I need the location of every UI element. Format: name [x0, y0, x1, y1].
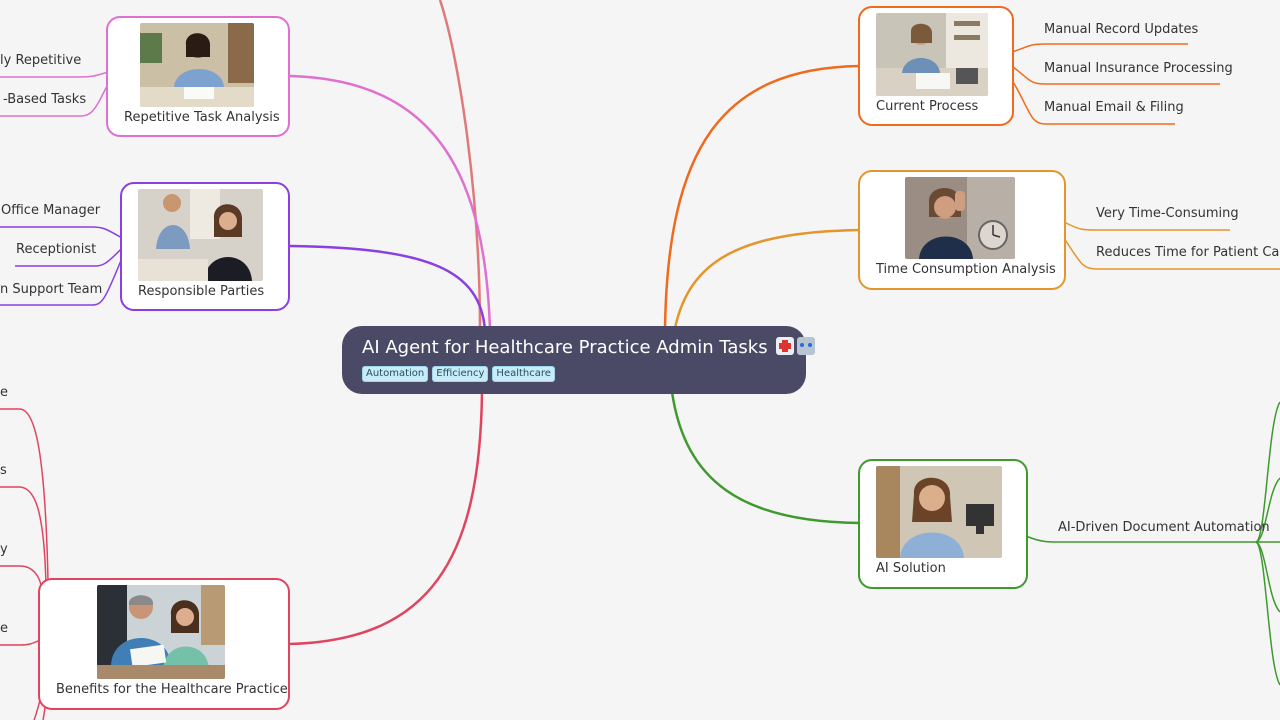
topic-current-process[interactable]: Current Process [858, 6, 1014, 126]
leaf-reduces-time-patient-care[interactable]: Reduces Time for Patient Care [1096, 245, 1280, 260]
root-title-text: AI Agent for Healthcare Practice Admin T… [362, 337, 768, 358]
smiling-woman-office-photo [876, 466, 1002, 558]
leaf-rule-based-tasks[interactable]: -Based Tasks [3, 92, 86, 107]
topic-ai-solution[interactable]: AI Solution [858, 459, 1028, 589]
leaf-benefit-1[interactable]: e [0, 385, 8, 400]
topic-time-consumption[interactable]: Time Consumption Analysis [858, 170, 1066, 290]
leaf-manual-email-filing[interactable]: Manual Email & Filing [1044, 100, 1184, 115]
root-tags: Automation Efficiency Healthcare [362, 366, 786, 382]
stressed-woman-with-clock-photo [905, 177, 1015, 259]
leaf-very-time-consuming[interactable]: Very Time-Consuming [1096, 206, 1239, 221]
robot-icon [797, 337, 816, 355]
leaf-highly-repetitive[interactable]: ly Repetitive [0, 53, 81, 68]
woman-writing-at-desk-photo [140, 23, 254, 107]
mind-map-canvas: AI Agent for Healthcare Practice Admin T… [0, 0, 1280, 720]
root-title: AI Agent for Healthcare Practice Admin T… [362, 336, 816, 360]
leaf-manual-insurance-processing[interactable]: Manual Insurance Processing [1044, 61, 1233, 76]
tag-efficiency[interactable]: Efficiency [432, 366, 489, 382]
leaf-benefit-2[interactable]: s [0, 463, 7, 478]
leaf-office-manager[interactable]: Office Manager [1, 203, 100, 218]
leaf-manual-record-updates[interactable]: Manual Record Updates [1044, 22, 1198, 37]
leaf-admin-support-team[interactable]: n Support Team [0, 282, 102, 297]
topic-label: Repetitive Task Analysis [124, 110, 280, 125]
woman-doing-paperwork-photo [876, 13, 988, 96]
leaf-benefit-3[interactable]: y [0, 542, 8, 557]
topic-label: Responsible Parties [138, 284, 265, 299]
topic-benefits[interactable]: Benefits for the Healthcare Practice [38, 578, 290, 710]
leaf-receptionist[interactable]: Receptionist [16, 242, 96, 257]
doctor-and-nurse-reviewing-photo [97, 585, 225, 679]
root-topic[interactable]: AI Agent for Healthcare Practice Admin T… [342, 326, 816, 394]
topic-label: Benefits for the Healthcare Practice [56, 682, 288, 697]
leaf-ai-driven-document-automation[interactable]: AI-Driven Document Automation [1058, 520, 1270, 535]
hospital-icon [776, 337, 795, 355]
topic-label: AI Solution [876, 561, 946, 576]
topic-label: Current Process [876, 99, 979, 114]
topic-responsible-parties[interactable]: Responsible Parties [120, 182, 290, 311]
tag-healthcare[interactable]: Healthcare [492, 366, 555, 382]
topic-label: Time Consumption Analysis [876, 262, 1056, 277]
tag-automation[interactable]: Automation [362, 366, 429, 382]
leaf-benefit-4[interactable]: e [0, 621, 8, 636]
topic-repetitive-task-analysis[interactable]: Repetitive Task Analysis [106, 16, 290, 137]
office-staff-photo [138, 189, 263, 281]
